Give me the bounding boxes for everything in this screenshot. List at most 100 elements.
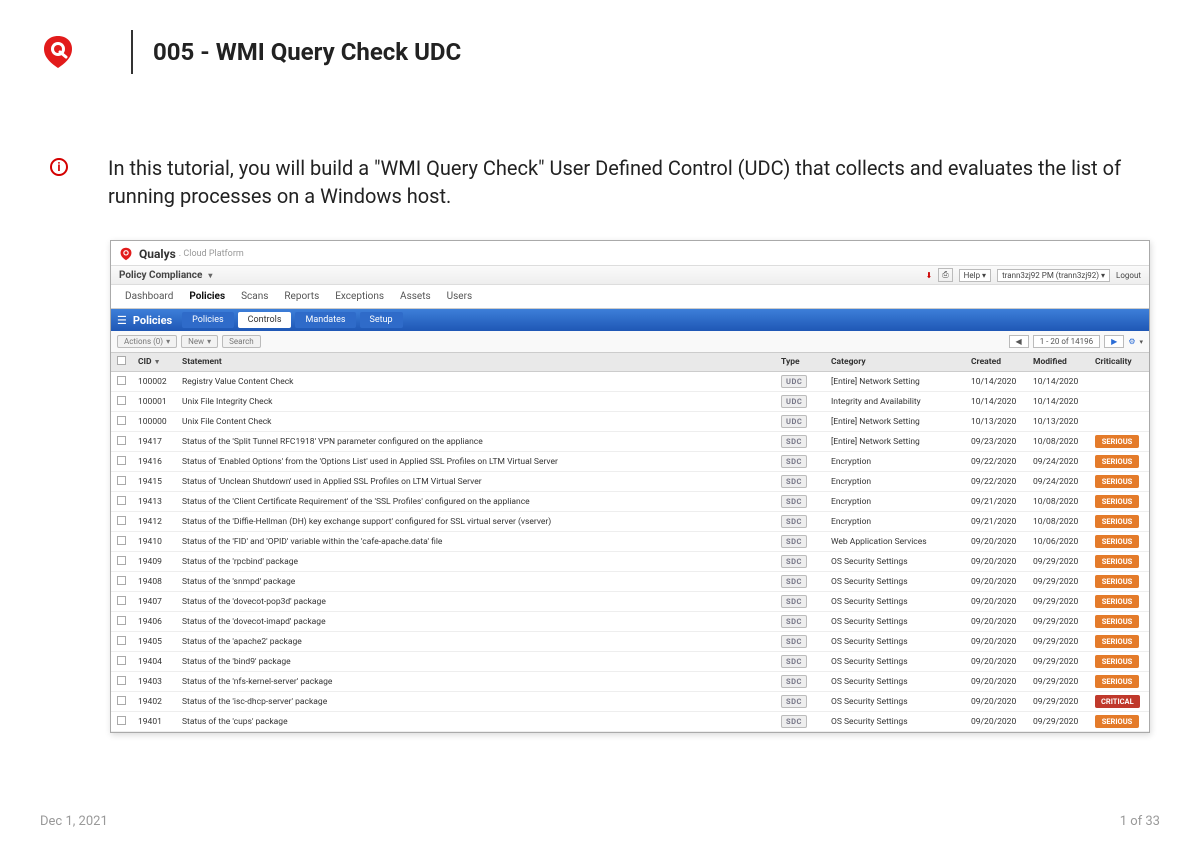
pager-prev[interactable]: ◀ <box>1009 335 1029 348</box>
table-row[interactable]: 19406Status of the 'dovecot-imapd' packa… <box>111 612 1149 632</box>
row-checkbox[interactable] <box>117 576 126 585</box>
subtab-setup[interactable]: Setup <box>360 312 403 328</box>
table-row[interactable]: 19413Status of the 'Client Certificate R… <box>111 492 1149 512</box>
cell-created: 09/21/2020 <box>965 512 1027 532</box>
cell-type: SDC <box>775 612 825 632</box>
nav-users[interactable]: Users <box>447 291 473 302</box>
cell-category: Encryption <box>825 472 965 492</box>
cell-cid: 19408 <box>132 572 176 592</box>
row-checkbox[interactable] <box>117 596 126 605</box>
search-button[interactable]: Search <box>222 335 261 348</box>
alert-icon[interactable]: ⬇ <box>926 271 933 280</box>
cell-criticality: SERIOUS <box>1089 512 1149 532</box>
cell-category: OS Security Settings <box>825 612 965 632</box>
table-row[interactable]: 19408Status of the 'snmpd' packageSDCOS … <box>111 572 1149 592</box>
cell-type: SDC <box>775 692 825 712</box>
table-row[interactable]: 19403Status of the 'nfs-kernel-server' p… <box>111 672 1149 692</box>
user-menu[interactable]: trann3zj92 PM (trann3zj92) ▾ <box>997 269 1110 282</box>
module-picker[interactable]: Policy Compliance ▾ <box>119 270 212 281</box>
cell-created: 09/22/2020 <box>965 472 1027 492</box>
gear-icon[interactable]: ⚙ <box>1128 337 1135 346</box>
row-checkbox[interactable] <box>117 396 126 405</box>
row-checkbox[interactable] <box>117 536 126 545</box>
app-screenshot: Qualys . Cloud Platform Policy Complianc… <box>110 240 1150 733</box>
col-statement[interactable]: Statement <box>176 353 775 372</box>
cell-statement: Status of 'Enabled Options' from the 'Op… <box>176 452 775 472</box>
row-checkbox[interactable] <box>117 516 126 525</box>
row-checkbox[interactable] <box>117 636 126 645</box>
logout-link[interactable]: Logout <box>1116 271 1141 280</box>
row-checkbox[interactable] <box>117 656 126 665</box>
nav-reports[interactable]: Reports <box>284 291 319 302</box>
cell-statement: Registry Value Content Check <box>176 372 775 392</box>
table-row[interactable]: 19405Status of the 'apache2' packageSDCO… <box>111 632 1149 652</box>
doc-header: 005 - WMI Query Check UDC <box>0 0 1200 94</box>
col-cid[interactable]: CID▼ <box>132 353 176 372</box>
cell-category: OS Security Settings <box>825 572 965 592</box>
cell-cid: 19409 <box>132 552 176 572</box>
cell-created: 09/20/2020 <box>965 652 1027 672</box>
app-branding-bar: Qualys . Cloud Platform <box>111 241 1149 265</box>
pager-next[interactable]: ▶ <box>1104 335 1124 348</box>
cell-criticality: SERIOUS <box>1089 592 1149 612</box>
cell-category: [Entire] Network Setting <box>825 412 965 432</box>
table-row[interactable]: 100000Unix File Content CheckUDC[Entire]… <box>111 412 1149 432</box>
print-icon[interactable]: ⎙ <box>938 268 952 282</box>
cell-category: Integrity and Availability <box>825 392 965 412</box>
info-icon: i <box>50 158 68 176</box>
row-checkbox[interactable] <box>117 456 126 465</box>
cell-created: 09/20/2020 <box>965 532 1027 552</box>
table-row[interactable]: 19409Status of the 'rpcbind' packageSDCO… <box>111 552 1149 572</box>
table-row[interactable]: 19410Status of the 'FID' and 'OPID' vari… <box>111 532 1149 552</box>
row-checkbox[interactable] <box>117 696 126 705</box>
cell-category: OS Security Settings <box>825 672 965 692</box>
cell-criticality: SERIOUS <box>1089 572 1149 592</box>
subtab-controls[interactable]: Controls <box>238 312 292 328</box>
cell-criticality <box>1089 392 1149 412</box>
table-row[interactable]: 19404Status of the 'bind9' packageSDCOS … <box>111 652 1149 672</box>
nav-exceptions[interactable]: Exceptions <box>335 291 384 302</box>
row-checkbox[interactable] <box>117 416 126 425</box>
table-row[interactable]: 100001Unix File Integrity CheckUDCIntegr… <box>111 392 1149 412</box>
row-checkbox[interactable] <box>117 436 126 445</box>
row-checkbox[interactable] <box>117 376 126 385</box>
table-row[interactable]: 19412Status of the 'Diffie-Hellman (DH) … <box>111 512 1149 532</box>
row-checkbox[interactable] <box>117 556 126 565</box>
cell-statement: Status of 'Unclean Shutdown' used in App… <box>176 472 775 492</box>
cell-type: SDC <box>775 712 825 732</box>
cell-statement: Status of the 'rpcbind' package <box>176 552 775 572</box>
nav-scans[interactable]: Scans <box>241 291 268 302</box>
cell-type: SDC <box>775 452 825 472</box>
subtab-mandates[interactable]: Mandates <box>295 312 355 328</box>
row-checkbox[interactable] <box>117 676 126 685</box>
row-checkbox[interactable] <box>117 476 126 485</box>
select-all-checkbox[interactable] <box>117 356 126 365</box>
col-modified[interactable]: Modified <box>1027 353 1089 372</box>
col-type[interactable]: Type <box>775 353 825 372</box>
row-checkbox[interactable] <box>117 496 126 505</box>
table-row[interactable]: 19402Status of the 'isc-dhcp-server' pac… <box>111 692 1149 712</box>
cell-created: 09/20/2020 <box>965 572 1027 592</box>
nav-dashboard[interactable]: Dashboard <box>125 291 173 302</box>
table-row[interactable]: 19401Status of the 'cups' packageSDCOS S… <box>111 712 1149 732</box>
nav-policies[interactable]: Policies <box>189 291 225 302</box>
table-row[interactable]: 19407Status of the 'dovecot-pop3d' packa… <box>111 592 1149 612</box>
table-row[interactable]: 19415Status of 'Unclean Shutdown' used i… <box>111 472 1149 492</box>
help-menu[interactable]: Help ▾ <box>959 269 991 282</box>
row-checkbox[interactable] <box>117 616 126 625</box>
table-row[interactable]: 19416Status of 'Enabled Options' from th… <box>111 452 1149 472</box>
table-row[interactable]: 100002Registry Value Content CheckUDC[En… <box>111 372 1149 392</box>
subtab-policies[interactable]: Policies <box>182 312 233 328</box>
new-button[interactable]: New▾ <box>181 335 218 348</box>
col-criticality[interactable]: Criticality <box>1089 353 1149 372</box>
cell-created: 09/20/2020 <box>965 612 1027 632</box>
actions-button[interactable]: Actions (0)▾ <box>117 335 177 348</box>
row-checkbox[interactable] <box>117 716 126 725</box>
cell-type: SDC <box>775 492 825 512</box>
col-created[interactable]: Created <box>965 353 1027 372</box>
col-category[interactable]: Category <box>825 353 965 372</box>
cell-modified: 09/24/2020 <box>1027 472 1089 492</box>
cell-criticality: SERIOUS <box>1089 612 1149 632</box>
table-row[interactable]: 19417Status of the 'Split Tunnel RFC1918… <box>111 432 1149 452</box>
nav-assets[interactable]: Assets <box>400 291 431 302</box>
